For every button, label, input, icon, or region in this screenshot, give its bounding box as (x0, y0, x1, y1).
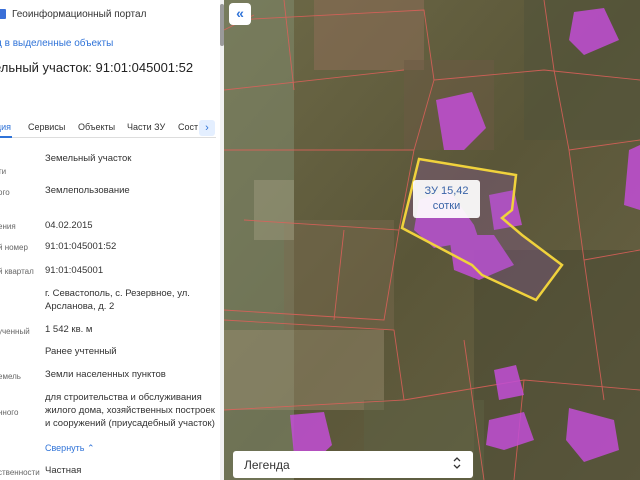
parcel-area-unit: сотки (432, 200, 461, 212)
active-tab-indicator (0, 136, 12, 138)
prop-value-address: г. Севастополь, с. Резервное, ул. Арслан… (45, 288, 190, 312)
legend-label: Легенда (244, 458, 290, 472)
prop-value-status: Ранее учтенный (45, 346, 117, 357)
prop-label-ownership: ственности (0, 468, 40, 477)
portal-header: Геоинформационный портал (0, 7, 146, 21)
tab-status[interactable]: Сост (178, 122, 198, 132)
prop-label-kind: ого (0, 188, 10, 197)
prop-value-kind: Землепользование (45, 185, 130, 196)
prop-value-permitted-use: для строительства и обслуживания жилого … (45, 392, 215, 429)
tab-services[interactable]: Сервисы (28, 122, 65, 132)
prop-label-land-category: емель (0, 372, 21, 381)
map-view[interactable]: « ЗУ 15,42 сотки Легенда (224, 0, 640, 480)
prop-value-cadastral-block: 91:01:045001 (45, 265, 104, 276)
portal-logo-icon (0, 9, 6, 19)
parcel-area-label: ЗУ 15,42 сотки (413, 180, 480, 218)
portal-title: Геоинформационный портал (12, 8, 147, 20)
legend-dropdown[interactable]: Легенда (233, 451, 473, 478)
collapse-panel-button[interactable]: « (229, 3, 251, 25)
tab-bar: ция Сервисы Объекты Части ЗУ Сост › (0, 118, 216, 138)
prop-label-area: ученный (0, 327, 30, 336)
prop-value-area: 1 542 кв. м (45, 324, 93, 335)
prop-value-land-category: Земли населенных пунктов (45, 369, 166, 380)
tab-parcel-parts[interactable]: Части ЗУ (127, 122, 165, 132)
prop-label-cadastral-number: й номер (0, 243, 28, 252)
prop-value-cadastral-number: 91:01:045001:52 (45, 241, 117, 252)
prop-value-type: Земельный участок (45, 153, 132, 164)
prop-label-permitted-use: нного (0, 408, 19, 417)
prop-label-type: ти (0, 167, 7, 176)
chevron-right-icon[interactable]: › (199, 120, 215, 136)
collapse-link[interactable]: Свернуть ⌃ (45, 443, 95, 454)
prop-label-date: ения (0, 222, 16, 231)
prop-label-cadastral-block: й квартал (0, 267, 34, 276)
tab-information[interactable]: ция (0, 122, 11, 132)
object-title: ельный участок: 91:01:045001:52 (0, 60, 194, 75)
prop-value-ownership: Частная (45, 465, 82, 476)
info-panel: Геоинформационный портал д в выделенные … (0, 0, 224, 480)
satellite-imagery (224, 0, 640, 480)
prop-value-date: 04.02.2015 (45, 220, 93, 231)
add-to-selected-link[interactable]: д в выделенные объекты (0, 38, 113, 49)
parcel-area-value: ЗУ 15,42 (424, 185, 469, 197)
tab-objects[interactable]: Объекты (78, 122, 115, 132)
chevron-up-icon: ⌃ (87, 443, 95, 453)
